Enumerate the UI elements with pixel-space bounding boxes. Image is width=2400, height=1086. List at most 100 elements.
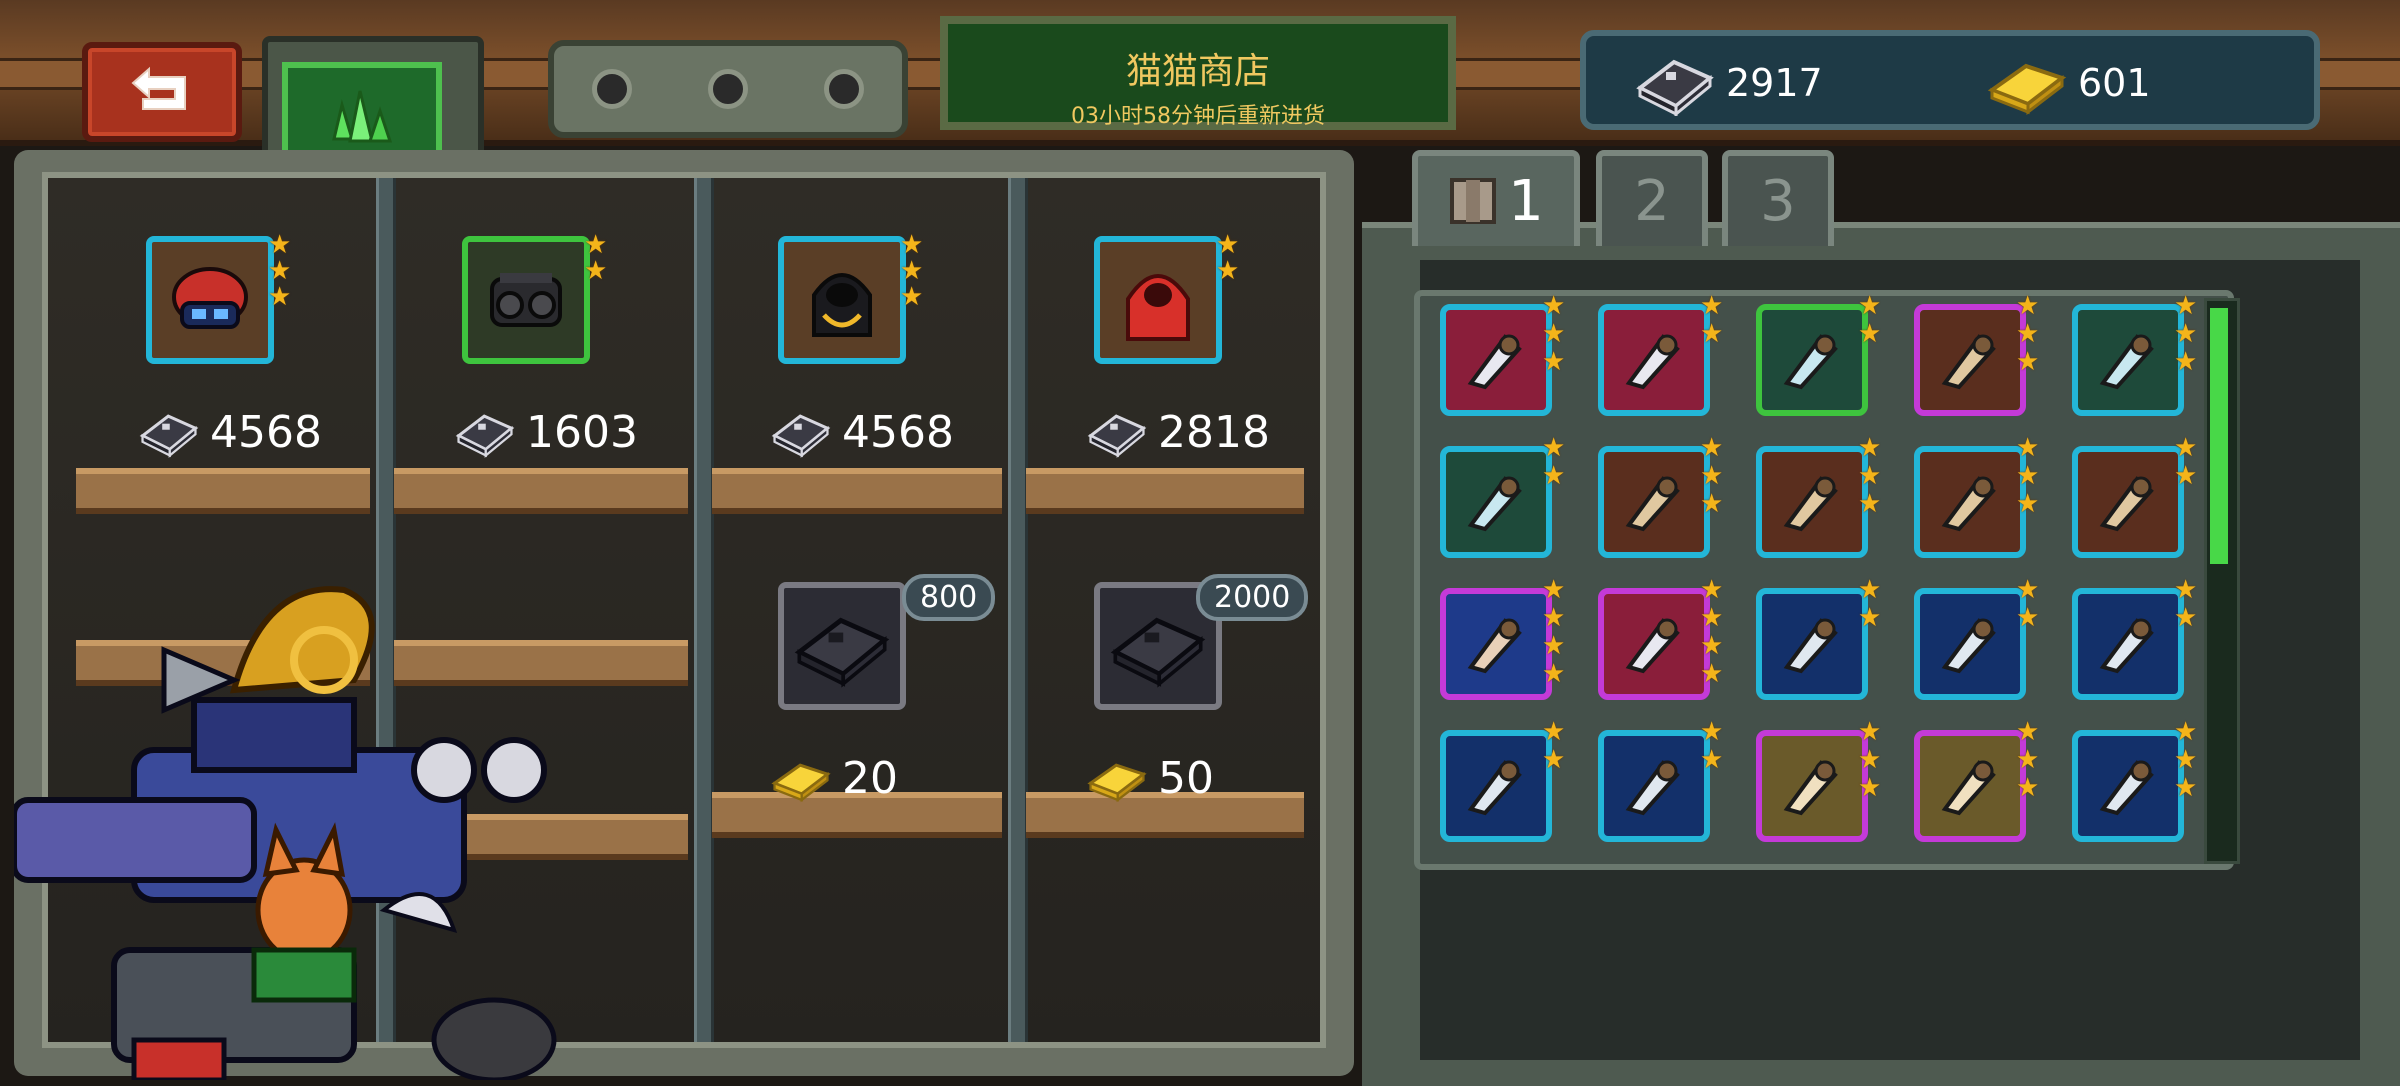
inventory-item-slot[interactable] <box>1756 588 1868 700</box>
gold-bar-icon <box>771 763 831 803</box>
price-value: 50 <box>1158 752 1214 804</box>
orange-crossbow-icon <box>1625 334 1680 390</box>
blue-cannon-icon <box>1941 334 1996 390</box>
star-icon: ★ <box>1700 433 1724 463</box>
inventory-item-slot[interactable] <box>1440 446 1552 558</box>
rivet-icon <box>708 69 748 109</box>
crossbow-icon <box>1625 476 1680 532</box>
star-icon: ★ <box>1858 603 1882 633</box>
star-rating: ★ ★ <box>2174 434 2197 490</box>
star-icon: ★ <box>2174 461 2198 491</box>
pipe <box>694 178 714 1042</box>
star-icon: ★ <box>2174 773 2198 803</box>
star-icon: ★ <box>1542 319 1566 349</box>
star-icon: ★ <box>1542 575 1566 605</box>
shop-item-3[interactable] <box>778 236 906 364</box>
pickaxe-icon <box>1625 618 1680 674</box>
inventory-tab-1[interactable]: 1 <box>1412 150 1580 246</box>
crossbow-icon <box>1783 476 1838 532</box>
steel-claw-icon <box>1467 760 1522 816</box>
back-arrow-icon <box>131 66 186 110</box>
black-hood-gold-chain-icon <box>812 273 872 337</box>
star-icon: ★ <box>1858 291 1882 321</box>
inventory-item-slot[interactable] <box>1914 730 2026 842</box>
bone-club-icon <box>1941 760 1996 816</box>
star-icon: ★ <box>1542 603 1566 633</box>
inventory-tab-3[interactable]: 3 <box>1722 150 1834 246</box>
star-icon: ★ <box>2174 717 2198 747</box>
claw-glove-icon <box>1941 618 1996 674</box>
inventory-item-slot[interactable] <box>1440 304 1552 416</box>
inventory-item-slot[interactable] <box>1756 446 1868 558</box>
inventory-item-slot[interactable] <box>1440 730 1552 842</box>
inventory-item-slot[interactable] <box>1914 304 2026 416</box>
price-value: 4568 <box>210 406 322 458</box>
star-rating: ★ ★ <box>1216 230 1240 286</box>
star-icon: ★ <box>1858 433 1882 463</box>
star-rating: ★ ★ ★ ★ <box>1542 576 1565 688</box>
inventory-item-slot[interactable] <box>1756 730 1868 842</box>
inventory-item-slot[interactable] <box>2072 304 2184 416</box>
inventory-item-slot[interactable] <box>1598 588 1710 700</box>
golden-hammer-icon <box>2099 760 2154 816</box>
inventory-item-slot[interactable] <box>1598 730 1710 842</box>
green-crystal-icon <box>332 90 393 143</box>
inventory-item-slot[interactable] <box>2072 588 2184 700</box>
bundle-amount-badge: 800 <box>902 574 996 621</box>
star-icon: ★ <box>1542 659 1566 689</box>
star-icon: ★ <box>2016 461 2040 491</box>
inventory-item-slot[interactable] <box>1440 588 1552 700</box>
star-icon: ★ <box>1542 717 1566 747</box>
tab-label: 1 <box>1508 168 1544 234</box>
star-rating: ★ ★ <box>1542 434 1565 490</box>
back-button[interactable] <box>82 42 242 142</box>
star-rating: ★ ★ <box>1700 718 1723 774</box>
inventory-tab-2[interactable]: 2 <box>1596 150 1708 246</box>
star-icon: ★ <box>1700 745 1724 775</box>
star-icon: ★ <box>1700 603 1724 633</box>
star-icon: ★ <box>2016 319 2040 349</box>
gold-currency: 601 <box>1986 50 2151 116</box>
inventory-item-slot[interactable] <box>1598 446 1710 558</box>
inventory-item-slot[interactable] <box>1914 588 2026 700</box>
star-icon: ★ <box>1700 489 1724 519</box>
bundle-amount-badge: 2000 <box>1196 574 1309 621</box>
star-icon: ★ <box>2016 773 2040 803</box>
star-icon: ★ <box>1700 659 1724 689</box>
inventory-item-slot[interactable] <box>2072 446 2184 558</box>
inventory-item-slot[interactable] <box>1598 304 1710 416</box>
inventory-item-slot[interactable] <box>1914 446 2026 558</box>
shop-item-2[interactable] <box>462 236 590 364</box>
star-icon: ★ <box>2174 347 2198 377</box>
star-icon: ★ <box>2016 433 2040 463</box>
inventory-item-slot[interactable] <box>2072 730 2184 842</box>
star-icon: ★ <box>1700 717 1724 747</box>
chip-bundle-icon <box>794 617 890 688</box>
chip-icon <box>1636 59 1714 116</box>
star-icon: ★ <box>1700 575 1724 605</box>
inventory-item-slot[interactable] <box>1756 304 1868 416</box>
chip-icon <box>1087 414 1147 458</box>
price-value: 2818 <box>1158 406 1270 458</box>
shelf <box>76 468 370 514</box>
star-icon: ★ <box>1542 291 1566 321</box>
goggles-mask-icon <box>490 273 562 327</box>
decorative-rivet-plate <box>548 40 908 138</box>
shop-item-2-price: 1603 <box>454 406 638 458</box>
scroll-thumb[interactable] <box>2210 308 2228 564</box>
chip-bundle-icon <box>1110 617 1206 688</box>
chip-bundle-small[interactable] <box>778 582 906 710</box>
star-icon: ★ <box>2174 319 2198 349</box>
star-rating: ★ ★ ★ ★ <box>1700 576 1723 688</box>
star-icon: ★ <box>2016 745 2040 775</box>
rivet-icon <box>592 69 632 109</box>
gold-bar-icon <box>1087 763 1147 803</box>
star-icon: ★ <box>1542 347 1566 377</box>
bundle-small-price: 20 <box>770 752 898 804</box>
shop-item-4[interactable] <box>1094 236 1222 364</box>
star-rating: ★ ★ <box>2016 576 2039 632</box>
shop-item-1[interactable] <box>146 236 274 364</box>
camo-helmet-icon <box>1941 476 1996 532</box>
star-icon: ★ <box>2016 575 2040 605</box>
shelf <box>1026 468 1304 514</box>
